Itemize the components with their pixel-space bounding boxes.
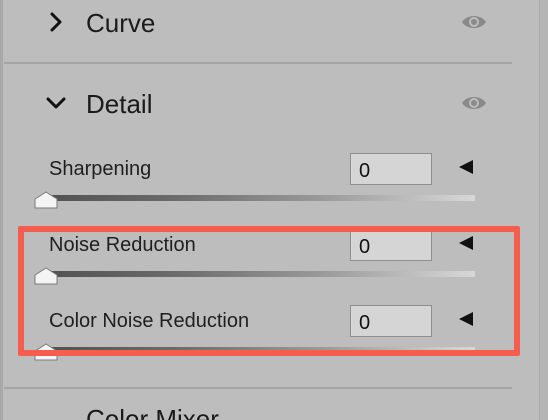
- slider-track[interactable]: [40, 271, 475, 277]
- slider-label: Color Noise Reduction: [49, 310, 250, 332]
- slider-noise-reduction: Noise Reduction: [0, 229, 540, 303]
- section-title-curve: Curve: [86, 8, 156, 38]
- section-divider: [4, 387, 512, 389]
- color-noise-reduction-value-input[interactable]: [350, 305, 432, 337]
- eye-icon[interactable]: [460, 93, 488, 113]
- triangle-left-icon[interactable]: [458, 159, 474, 175]
- section-title-detail: Detail: [86, 89, 153, 119]
- slider-label: Noise Reduction: [49, 234, 196, 256]
- sharpening-value-input[interactable]: [350, 153, 432, 185]
- chevron-right-icon[interactable]: [44, 10, 68, 34]
- slider-thumb-icon[interactable]: [34, 191, 58, 209]
- section-title-next: Color Mixer: [86, 404, 219, 420]
- slider-sharpening: Sharpening: [0, 153, 540, 227]
- eye-icon[interactable]: [460, 12, 488, 32]
- slider-label: Sharpening: [49, 158, 152, 180]
- slider-thumb-icon[interactable]: [34, 343, 58, 361]
- section-divider: [4, 62, 512, 64]
- section-header-curve[interactable]: Curve: [0, 2, 540, 46]
- edit-panel: Curve Detail Sharpening Noise R: [0, 0, 548, 420]
- noise-reduction-value-input[interactable]: [350, 229, 432, 261]
- triangle-left-icon[interactable]: [458, 311, 474, 327]
- section-header-detail[interactable]: Detail: [0, 83, 540, 127]
- slider-track[interactable]: [40, 347, 475, 353]
- slider-thumb-icon[interactable]: [34, 267, 58, 285]
- slider-color-noise-reduction: Color Noise Reduction: [0, 305, 540, 379]
- slider-track[interactable]: [40, 195, 475, 201]
- triangle-left-icon[interactable]: [458, 235, 474, 251]
- panel-scrollbar[interactable]: [539, 0, 548, 420]
- chevron-down-icon[interactable]: [44, 91, 68, 115]
